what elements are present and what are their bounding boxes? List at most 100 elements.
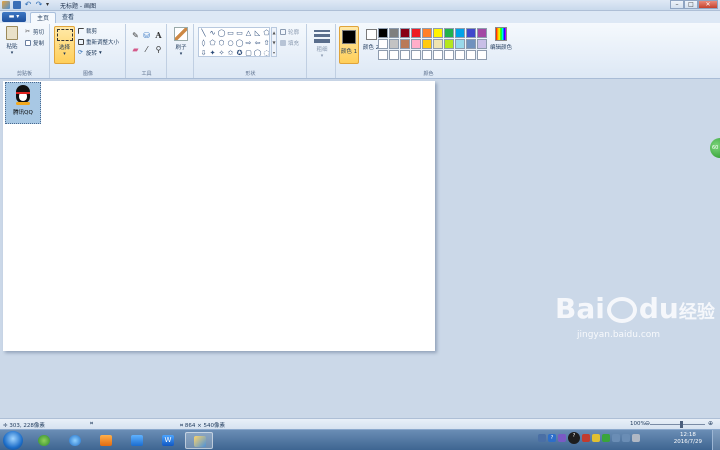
palette-swatch[interactable]	[378, 39, 388, 49]
palette-swatch[interactable]	[466, 50, 476, 60]
shape-rounded-rectangle[interactable]: ▭	[235, 28, 244, 38]
color1-button[interactable]: 颜色 1	[339, 26, 359, 64]
shape-left-arrow[interactable]: ⇦	[253, 38, 262, 48]
volume-icon[interactable]	[622, 434, 630, 442]
help-circle-icon[interactable]: ?	[568, 432, 580, 444]
resize-button[interactable]: 重新调整大小	[78, 38, 119, 46]
palette-swatch[interactable]	[444, 28, 454, 38]
shape-curve[interactable]: ∿	[208, 28, 217, 38]
shape-line[interactable]: ╲	[199, 28, 208, 38]
palette-swatch[interactable]	[477, 50, 487, 60]
outline-button[interactable]: 轮廓	[280, 28, 299, 36]
palette-swatch[interactable]	[455, 39, 465, 49]
palette-swatch[interactable]	[455, 28, 465, 38]
palette-swatch[interactable]	[422, 39, 432, 49]
paint-app-icon[interactable]	[2, 1, 10, 9]
palette-swatch[interactable]	[389, 28, 399, 38]
taskbar-app-orange[interactable]	[92, 432, 120, 449]
shape-hexagon[interactable]: ⬡	[217, 38, 226, 48]
drawing-canvas[interactable]: 腾讯QQ	[3, 81, 435, 351]
palette-swatch[interactable]	[477, 39, 487, 49]
tray-icon-6[interactable]	[592, 434, 600, 442]
palette-swatch[interactable]	[389, 39, 399, 49]
zoom-in-icon[interactable]: ⊕	[708, 420, 713, 427]
shape-callout-oval[interactable]: ◯	[253, 48, 262, 56]
file-menu-button[interactable]: ▬ ▾	[2, 12, 26, 22]
shape-right-triangle[interactable]: ⬠	[262, 28, 269, 38]
palette-swatch[interactable]	[400, 39, 410, 49]
zoom-slider[interactable]	[650, 424, 705, 425]
tray-icon-5[interactable]	[582, 434, 590, 442]
shape-rectangle[interactable]: ▭	[226, 28, 235, 38]
palette-swatch[interactable]	[444, 39, 454, 49]
cut-button[interactable]: ✂ 剪切	[25, 28, 44, 37]
shape-star-badge[interactable]: ✪	[235, 48, 244, 56]
shape-callout-cloud[interactable]: ◌	[262, 48, 269, 56]
palette-swatch[interactable]	[378, 50, 388, 60]
edit-colors-button[interactable]: 编辑颜色	[490, 27, 512, 51]
network-icon[interactable]	[612, 434, 620, 442]
brushes-button[interactable]: 刷子 ▾	[171, 27, 191, 57]
taskbar-app-paint[interactable]	[185, 432, 213, 449]
shape-star-5[interactable]: ✧	[217, 48, 226, 56]
palette-swatch[interactable]	[378, 28, 388, 38]
fill-bucket-icon[interactable]: ⛁	[142, 31, 151, 40]
palette-swatch[interactable]	[466, 28, 476, 38]
palette-swatch[interactable]	[477, 28, 487, 38]
shape-triangle[interactable]: ◺	[253, 28, 262, 38]
palette-swatch[interactable]	[411, 39, 421, 49]
palette-swatch[interactable]	[389, 50, 399, 60]
size-button[interactable]: 粗细 ▾	[312, 26, 332, 59]
zoom-slider-thumb[interactable]	[680, 421, 683, 428]
tray-icon-7[interactable]	[602, 434, 610, 442]
copy-button[interactable]: 复制	[25, 39, 44, 47]
palette-swatch[interactable]	[422, 50, 432, 60]
floating-widget[interactable]: 60	[710, 138, 720, 158]
palette-swatch[interactable]	[455, 50, 465, 60]
shape-oval[interactable]: ◯	[217, 28, 226, 38]
palette-swatch[interactable]	[466, 39, 476, 49]
palette-swatch[interactable]	[422, 28, 432, 38]
tray-icon-1[interactable]	[538, 434, 546, 442]
palette-swatch[interactable]	[400, 50, 410, 60]
tab-home[interactable]: 主页	[30, 12, 57, 23]
minimize-button[interactable]: –	[670, 0, 684, 9]
shape-star-6[interactable]: ✩	[226, 48, 235, 56]
paste-button[interactable]: 粘贴 ▾	[3, 26, 21, 56]
close-button[interactable]: ✕	[698, 0, 718, 9]
taskbar-app-game[interactable]	[123, 432, 151, 449]
save-icon[interactable]	[13, 1, 21, 9]
palette-swatch[interactable]	[433, 28, 443, 38]
shape-up-arrow[interactable]: ⇧	[262, 38, 269, 48]
taskbar-app-360[interactable]	[30, 432, 58, 449]
shape-polygon[interactable]: △	[244, 28, 253, 38]
magnifier-icon[interactable]: ⚲	[154, 45, 163, 54]
shape-circle[interactable]: ○	[226, 38, 235, 48]
tray-icon-10[interactable]	[632, 434, 640, 442]
shape-ellipse[interactable]: ◯	[235, 38, 244, 48]
taskbar-app-wps[interactable]: W	[154, 432, 182, 449]
text-tool-icon[interactable]: A	[154, 31, 163, 40]
shape-diamond[interactable]: ◊	[199, 38, 208, 48]
tray-icon-3[interactable]	[558, 434, 566, 442]
undo-icon[interactable]: ↶	[24, 1, 32, 9]
shapes-scrollbar[interactable]: ▲ ▼ ▾	[271, 27, 277, 57]
tab-view[interactable]: 查看	[56, 12, 80, 23]
redo-icon[interactable]: ↷	[35, 1, 43, 9]
taskbar-clock[interactable]: 12:18 2016/7/29	[674, 432, 702, 446]
fill-button[interactable]: 填充	[280, 39, 299, 47]
palette-swatch[interactable]	[433, 39, 443, 49]
taskbar-app-ie[interactable]	[61, 432, 89, 449]
shape-down-arrow[interactable]: ⇩	[199, 48, 208, 56]
help-tray-icon[interactable]: ?	[548, 434, 556, 442]
customize-qat-icon[interactable]: ▾	[46, 1, 52, 9]
show-desktop-button[interactable]	[712, 430, 720, 450]
pencil-icon[interactable]: ✎	[131, 31, 140, 40]
palette-swatch[interactable]	[400, 28, 410, 38]
shape-callout-rect[interactable]: ▢	[244, 48, 253, 56]
pasted-qq-icon-selection[interactable]: 腾讯QQ	[5, 82, 41, 124]
crop-button[interactable]: 裁剪	[78, 27, 97, 35]
shape-right-arrow[interactable]: ⇨	[244, 38, 253, 48]
palette-swatch[interactable]	[411, 28, 421, 38]
shape-pentagon[interactable]: ⬠	[208, 38, 217, 48]
